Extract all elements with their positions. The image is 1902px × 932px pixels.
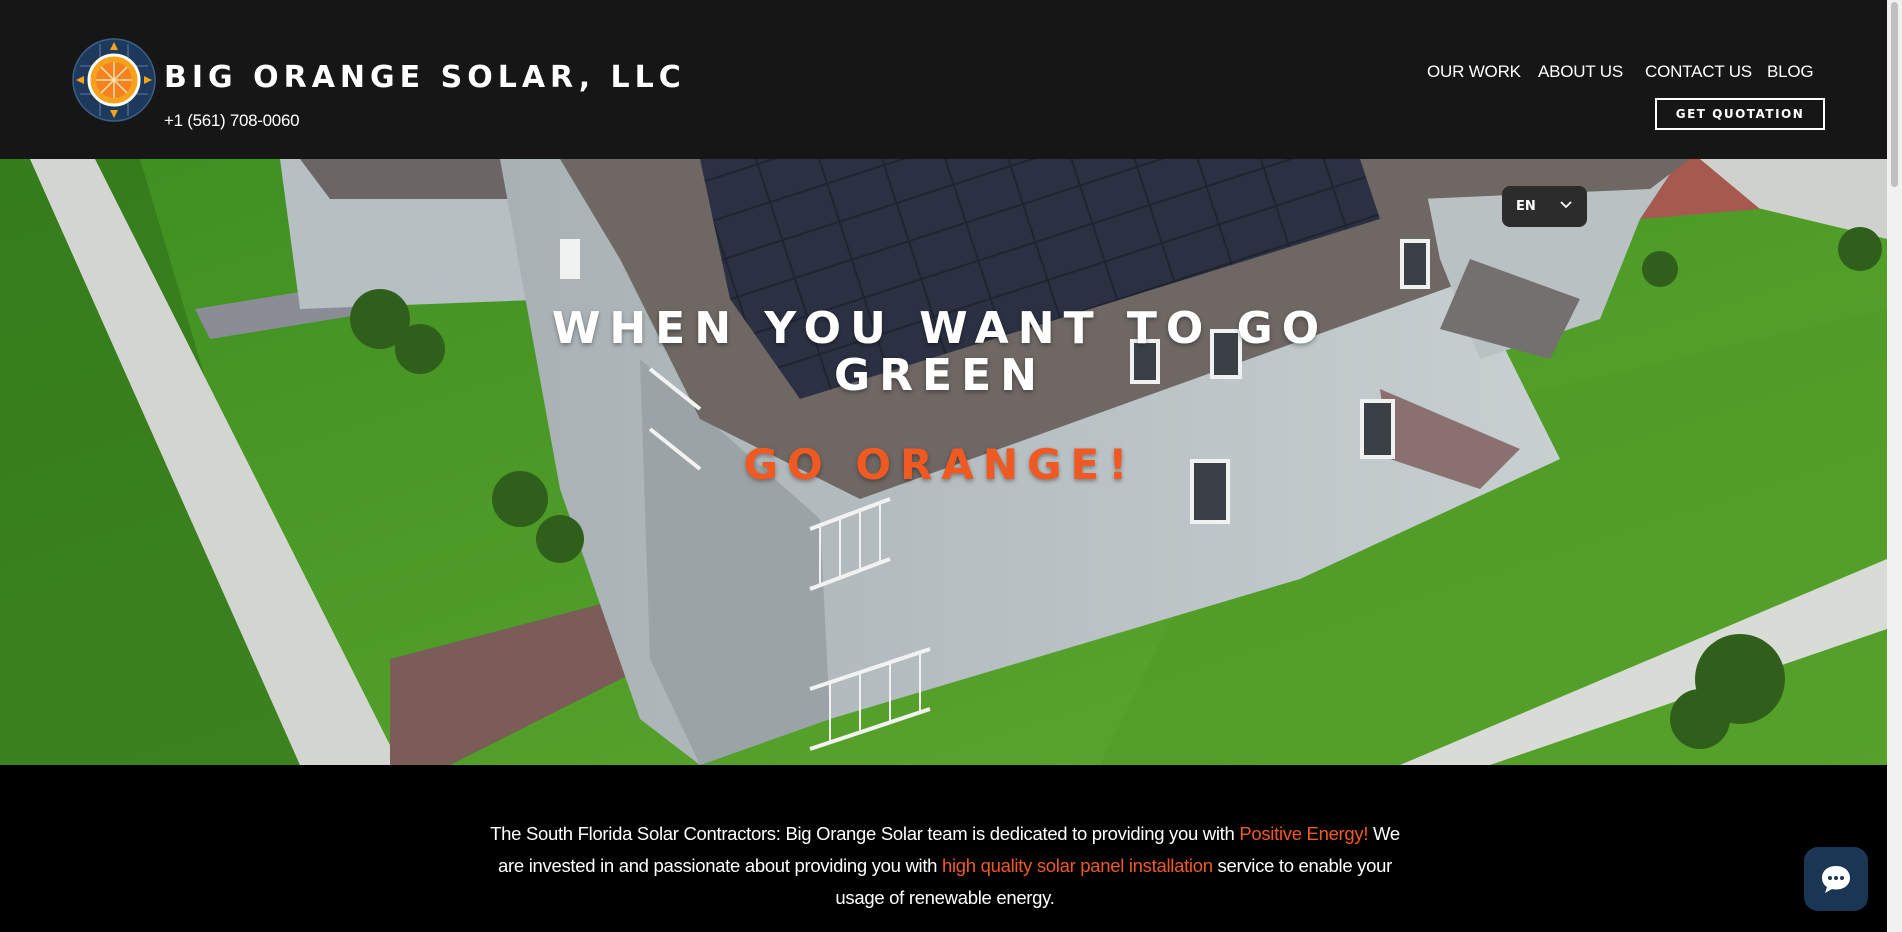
hero-section: EN WHEN YOU WANT TO GO GREEN GO ORANGE! [0,159,1887,765]
page-scrollbar[interactable] [1887,0,1902,932]
nav-contact-us[interactable]: CONTACT US [1645,62,1752,82]
nav-blog[interactable]: BLOG [1767,62,1814,82]
language-selector[interactable]: EN [1502,186,1587,227]
hero-headline: WHEN YOU WANT TO GO GREEN [551,303,1329,401]
site-header: BIG ORANGE SOLAR, LLC +1 (561) 708-0060 … [0,0,1887,159]
get-quotation-button[interactable]: GET QUOTATION [1655,98,1825,130]
intro-highlight-positive-energy: Positive Energy! [1239,823,1369,844]
nav-about-us[interactable]: ABOUT US [1538,62,1623,82]
chat-button[interactable] [1804,847,1868,911]
intro-paragraph: The South Florida Solar Contractors: Big… [490,818,1400,914]
main-nav: OUR WORK ABOUT US CONTACT US BLOG [0,62,1887,86]
intro-text-1: The South Florida Solar Contractors: Big… [490,823,1240,844]
phone-number[interactable]: +1 (561) 708-0060 [164,111,300,131]
chat-bubble-icon [1822,866,1850,893]
language-code: EN [1516,199,1536,214]
chevron-down-icon [1560,201,1572,209]
hero-subline: GO ORANGE! [743,440,1137,489]
nav-our-work[interactable]: OUR WORK [1427,62,1521,82]
scrollbar-thumb[interactable] [1891,2,1898,187]
intro-highlight-installation: high quality solar panel installation [942,855,1213,876]
